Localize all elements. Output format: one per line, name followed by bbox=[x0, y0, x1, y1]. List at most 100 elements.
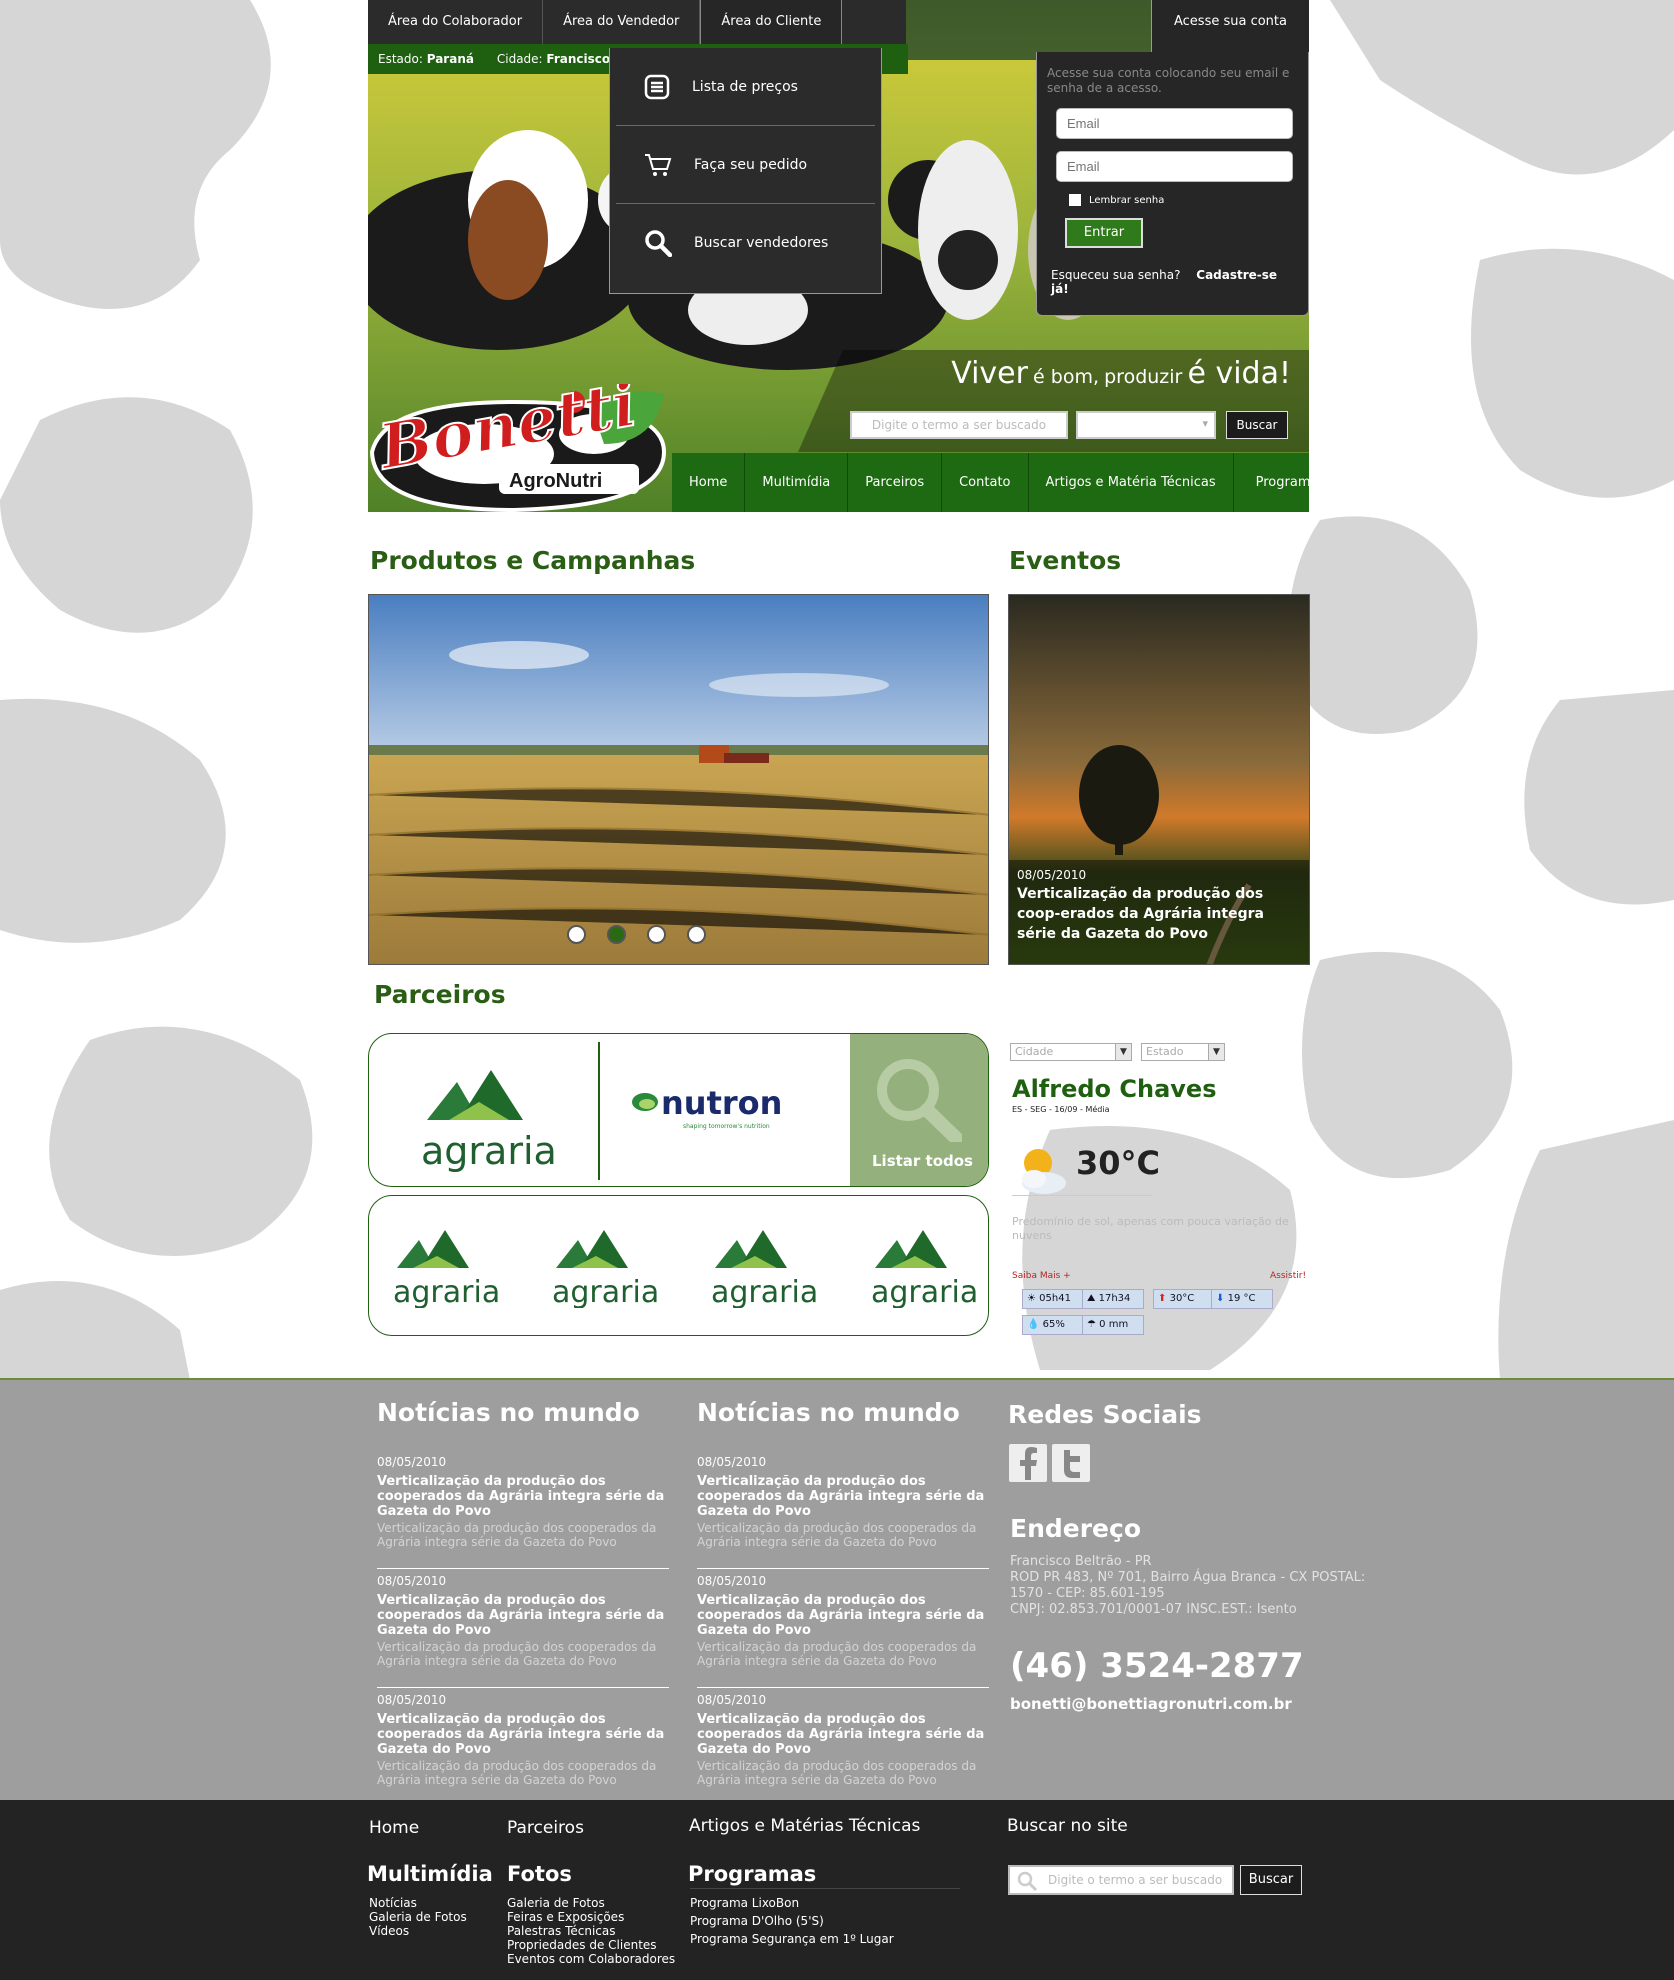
arrow-up-icon: ⬆ bbox=[1158, 1293, 1167, 1304]
agraria-logo[interactable]: agraria bbox=[391, 1218, 501, 1308]
min-temp-value: 19 °C bbox=[1227, 1293, 1256, 1304]
account-tab[interactable]: Acesse sua conta bbox=[1151, 0, 1309, 52]
carousel-dot[interactable] bbox=[567, 925, 586, 944]
footer-link[interactable]: Programa LixoBon bbox=[690, 1894, 894, 1912]
agraria-logo[interactable]: agraria bbox=[869, 1218, 979, 1308]
email-field[interactable] bbox=[1056, 108, 1293, 139]
estado-value[interactable]: Paraná bbox=[427, 52, 474, 66]
nav-parceiros[interactable]: Parceiros bbox=[848, 453, 943, 512]
weather-more-link[interactable]: Saiba Mais + bbox=[1012, 1271, 1071, 1281]
cidade-value[interactable]: Francisco bbox=[546, 52, 610, 66]
tab-area-cliente[interactable]: Área do Cliente bbox=[700, 0, 843, 44]
footer-search-button[interactable]: Buscar bbox=[1240, 1865, 1302, 1895]
tab-area-colaborador[interactable]: Área do Colaborador bbox=[368, 0, 544, 44]
news-summary: Verticalização da produção dos cooperado… bbox=[377, 1759, 657, 1787]
address-line: 1570 - CEP: 85.601-195 bbox=[1010, 1586, 1165, 1601]
remember-checkbox[interactable] bbox=[1069, 194, 1081, 206]
agraria-logo[interactable]: agraria bbox=[550, 1218, 660, 1308]
bonetti-logo[interactable]: Bonetti AgroNutri bbox=[368, 384, 674, 512]
dropdown-item-faca-pedido[interactable]: Faça seu pedido bbox=[616, 126, 875, 204]
dropdown-item-buscar-vendedores[interactable]: Buscar vendedores bbox=[616, 204, 875, 282]
footer-link-home[interactable]: Home bbox=[369, 1818, 419, 1838]
wheat-field-image bbox=[369, 595, 988, 964]
facebook-icon[interactable] bbox=[1009, 1444, 1047, 1482]
slogan-word: produzir bbox=[1104, 366, 1183, 388]
event-title[interactable]: Verticalização da produção dos coop-erad… bbox=[1017, 884, 1303, 944]
svg-text:nutron: nutron bbox=[661, 1084, 782, 1122]
main-nav: Home Multimídia Parceiros Contato Artigo… bbox=[672, 453, 1309, 512]
footer-fotos-list: Galeria de Fotos Feiras e Exposições Pal… bbox=[507, 1896, 675, 1966]
agraria-logo[interactable]: agraria bbox=[709, 1218, 819, 1308]
nav-home[interactable]: Home bbox=[672, 453, 746, 512]
agraria-logo[interactable]: agraria bbox=[419, 1052, 569, 1172]
carousel-dot[interactable] bbox=[647, 925, 666, 944]
news-item[interactable]: 08/05/2010 Verticalização da produção dos… bbox=[377, 1569, 669, 1688]
nutron-logo[interactable]: nutron shaping tomorrow's nutrition bbox=[631, 1084, 801, 1134]
nav-multimidia[interactable]: Multimídia bbox=[745, 453, 849, 512]
news-date: 08/05/2010 bbox=[377, 1693, 447, 1707]
news-date: 08/05/2010 bbox=[377, 1455, 447, 1469]
news-item[interactable]: 08/05/2010 Verticalização da produção dos… bbox=[377, 1450, 669, 1569]
search-category-select[interactable] bbox=[1076, 411, 1216, 439]
footer-link[interactable]: Vídeos bbox=[369, 1924, 467, 1938]
weather-subtitle: ES - SEG - 16/09 - Média bbox=[1012, 1105, 1110, 1114]
footer-search-placeholder: Digite o termo a ser buscado bbox=[1048, 1873, 1223, 1887]
social-title: Redes Sociais bbox=[1008, 1400, 1202, 1429]
news-item[interactable]: 08/05/2010 Verticalização da produção dos… bbox=[697, 1688, 989, 1807]
section-title-parceiros: Parceiros bbox=[374, 980, 506, 1009]
dropdown-label: Buscar vendedores bbox=[694, 235, 829, 251]
carousel-dot-active[interactable] bbox=[607, 925, 626, 944]
weather-description: Predomínio de sol, apenas com pouca vari… bbox=[1012, 1215, 1289, 1242]
forgot-password-link[interactable]: Esqueceu sua senha? bbox=[1051, 268, 1180, 282]
logo-sub: AgroNutri bbox=[509, 470, 602, 492]
contact-email[interactable]: bonetti@bonettiagronutri.com.br bbox=[1010, 1695, 1292, 1713]
svg-text:agraria: agraria bbox=[552, 1275, 659, 1308]
news-item[interactable]: 08/05/2010 Verticalização da produção dos… bbox=[697, 1569, 989, 1688]
search-button[interactable]: Buscar bbox=[1226, 411, 1288, 439]
news-item[interactable]: 08/05/2010 Verticalização da produção dos… bbox=[697, 1450, 989, 1569]
footer-link[interactable]: Programa Segurança em 1º Lugar bbox=[690, 1930, 894, 1948]
password-field[interactable] bbox=[1056, 151, 1293, 182]
weather-city: Alfredo Chaves bbox=[1012, 1075, 1217, 1103]
sunset-value: 17h34 bbox=[1098, 1293, 1131, 1304]
footer-fotos-title[interactable]: Fotos bbox=[507, 1862, 572, 1886]
nav-artigos[interactable]: Artigos e Matéria Técnicas bbox=[1029, 453, 1234, 512]
login-button[interactable]: Entrar bbox=[1065, 218, 1143, 248]
event-card[interactable]: 08/05/2010 Verticalização da produção do… bbox=[1008, 594, 1310, 965]
footer-link[interactable]: Galeria de Fotos bbox=[507, 1896, 675, 1910]
footer-link[interactable]: Programa D'Olho (5'S) bbox=[690, 1912, 894, 1930]
footer-link[interactable]: Palestras Técnicas bbox=[507, 1924, 675, 1938]
nav-programas[interactable]: Programas bbox=[1234, 453, 1309, 512]
footer-link-parceiros[interactable]: Parceiros bbox=[507, 1818, 584, 1838]
cidade-label: Cidade: bbox=[496, 52, 543, 66]
phone-number[interactable]: (46) 3524-2877 bbox=[1010, 1646, 1304, 1686]
partner-divider bbox=[598, 1042, 600, 1180]
nav-contato[interactable]: Contato bbox=[942, 453, 1029, 512]
footer-link[interactable]: Galeria de Fotos bbox=[369, 1910, 467, 1924]
footer-programas-title[interactable]: Programas bbox=[688, 1862, 816, 1886]
client-area-dropdown: Lista de preços Faça seu pedido Buscar v… bbox=[609, 48, 882, 294]
weather-watch-link[interactable]: Assistir! bbox=[1270, 1271, 1306, 1281]
tab-area-vendedor[interactable]: Área do Vendedor bbox=[543, 0, 701, 44]
weather-divider bbox=[1012, 1195, 1152, 1196]
list-all-partners-button[interactable]: Listar todos bbox=[850, 1034, 988, 1186]
search-input[interactable]: Digite o termo a ser buscado bbox=[850, 411, 1068, 439]
sunset-chip: ⛰ 17h34 bbox=[1082, 1289, 1144, 1309]
arrow-down-icon: ⬇ bbox=[1216, 1293, 1225, 1304]
footer-link-artigos[interactable]: Artigos e Matérias Técnicas bbox=[689, 1816, 920, 1836]
footer-link[interactable]: Eventos com Colaboradores bbox=[507, 1952, 675, 1966]
footer-link[interactable]: Notícias bbox=[369, 1896, 467, 1910]
products-carousel[interactable] bbox=[368, 594, 989, 965]
footer-link[interactable]: Propriedades de Clientes bbox=[507, 1938, 675, 1952]
carousel-dot[interactable] bbox=[687, 925, 706, 944]
weather-state-select[interactable]: Estado ▼ bbox=[1141, 1043, 1225, 1061]
weather-city-select[interactable]: Cidade ▼ bbox=[1010, 1043, 1132, 1061]
footer-link[interactable]: Feiras e Exposições bbox=[507, 1910, 675, 1924]
dropdown-label: Lista de preços bbox=[692, 78, 798, 95]
twitter-icon[interactable] bbox=[1052, 1444, 1090, 1482]
dropdown-item-lista-precos[interactable]: Lista de preços bbox=[616, 48, 875, 126]
footer-search-input[interactable]: Digite o termo a ser buscado bbox=[1008, 1865, 1234, 1895]
news-item[interactable]: 08/05/2010 Verticalização da produção dos… bbox=[377, 1688, 669, 1807]
footer-multimidia-title[interactable]: Multimídia bbox=[367, 1862, 493, 1886]
svg-text:agraria: agraria bbox=[393, 1275, 500, 1308]
